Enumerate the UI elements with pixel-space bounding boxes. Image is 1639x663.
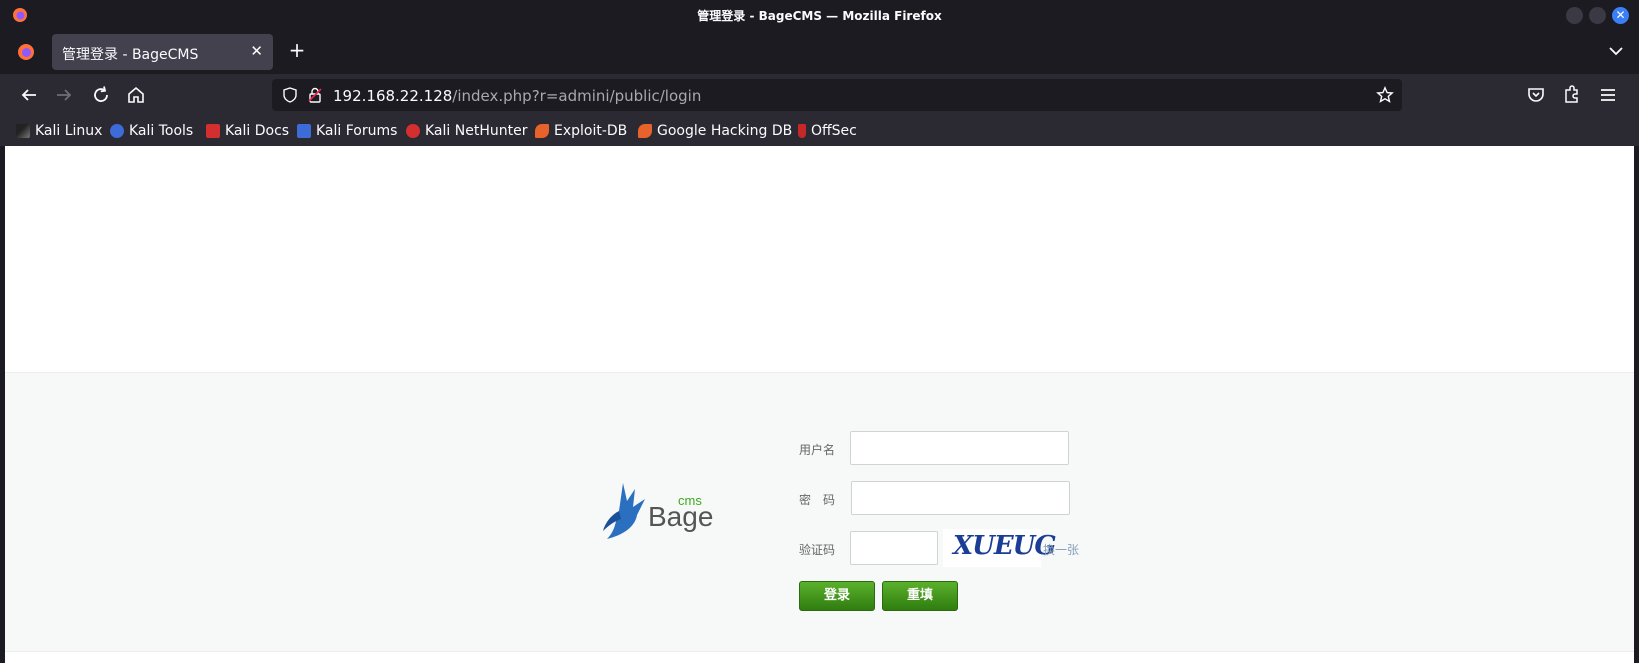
username-input[interactable] xyxy=(850,431,1069,465)
extensions-icon[interactable] xyxy=(1560,84,1582,106)
bird-logo-icon xyxy=(603,483,645,539)
close-window-button[interactable]: ✕ xyxy=(1612,7,1629,24)
captcha-row: 验证码 XUEUG 换一张 xyxy=(799,529,1099,567)
bookmark-label: Kali Forums xyxy=(316,123,398,139)
menu-icon[interactable] xyxy=(1597,84,1619,106)
password-input[interactable] xyxy=(851,481,1070,515)
forward-icon[interactable] xyxy=(53,84,75,106)
window-title: 管理登录 - BageCMS — Mozilla Firefox xyxy=(697,9,942,23)
bookmark-kali-nethunter[interactable]: Kali NetHunter xyxy=(406,122,527,140)
bookmark-label: OffSec xyxy=(811,123,857,139)
reset-button[interactable]: 重填 xyxy=(882,581,958,611)
kali-tools-icon xyxy=(110,124,124,138)
back-icon[interactable] xyxy=(18,84,40,106)
maximize-button[interactable] xyxy=(1589,7,1606,24)
bookmark-label: Google Hacking DB xyxy=(657,123,793,139)
new-tab-button[interactable]: + xyxy=(285,38,309,62)
refresh-captcha-link[interactable]: 换一张 xyxy=(1043,541,1079,558)
captcha-input[interactable] xyxy=(850,531,938,565)
username-label: 用户名 xyxy=(799,443,836,457)
url-host: 192.168.22.128 xyxy=(333,87,453,105)
bookmark-label: Kali Linux xyxy=(35,123,103,139)
url-text[interactable]: 192.168.22.128/index.php?r=admini/public… xyxy=(333,87,701,105)
kali-dragon-icon xyxy=(16,124,30,138)
login-panel: cms Bage 用户名 密 码 验证码 XUEUG 换一张 登录 重填 xyxy=(5,372,1634,652)
button-row: 登录 重填 xyxy=(799,581,1099,615)
exploit-db-icon xyxy=(535,124,549,138)
navigation-toolbar: 192.168.22.128/index.php?r=admini/public… xyxy=(0,74,1639,116)
offsec-icon xyxy=(798,124,806,138)
minimize-button[interactable] xyxy=(1566,7,1583,24)
logo-bage-text: Bage xyxy=(648,501,714,532)
bookmark-label: Kali Docs xyxy=(225,123,290,139)
pocket-icon[interactable] xyxy=(1525,84,1547,106)
bookmark-offsec[interactable]: OffSec xyxy=(798,122,857,140)
page-content: cms Bage 用户名 密 码 验证码 XUEUG 换一张 登录 重填 xyxy=(5,146,1634,663)
bookmark-label: Exploit-DB xyxy=(554,123,628,139)
password-row: 密 码 xyxy=(799,481,1099,515)
bookmark-kali-docs[interactable]: Kali Docs xyxy=(206,122,289,140)
tab-strip: 管理登录 - BageCMS ✕ + xyxy=(0,30,1639,74)
captcha-label: 验证码 xyxy=(799,543,836,557)
url-path: /index.php?r=admini/public/login xyxy=(452,87,702,105)
bookmark-star-icon[interactable] xyxy=(1376,86,1394,104)
firefox-view-icon[interactable] xyxy=(17,43,35,61)
url-bar[interactable]: 192.168.22.128/index.php?r=admini/public… xyxy=(272,79,1402,111)
tracking-protection-icon[interactable] xyxy=(282,87,298,103)
password-label: 密 码 xyxy=(799,493,836,507)
close-tab-icon[interactable]: ✕ xyxy=(250,42,263,60)
reload-icon[interactable] xyxy=(90,84,112,106)
bookmark-kali-tools[interactable]: Kali Tools xyxy=(110,122,193,140)
bookmark-google-hacking-db[interactable]: Google Hacking DB xyxy=(638,122,792,140)
bookmark-label: Kali NetHunter xyxy=(425,123,528,139)
window-titlebar: 管理登录 - BageCMS — Mozilla Firefox ✕ xyxy=(0,0,1639,30)
home-icon[interactable] xyxy=(125,84,147,106)
login-button[interactable]: 登录 xyxy=(799,581,875,611)
kali-nethunter-icon xyxy=(406,124,420,138)
bookmark-kali-linux[interactable]: Kali Linux xyxy=(16,122,102,140)
insecure-lock-icon[interactable] xyxy=(307,87,323,103)
kali-docs-icon xyxy=(206,124,220,138)
bagecms-logo: cms Bage xyxy=(601,481,721,541)
kali-forums-icon xyxy=(297,124,311,138)
bookmarks-toolbar: Kali Linux Kali Tools Kali Docs Kali For… xyxy=(0,116,1639,146)
tab-active[interactable]: 管理登录 - BageCMS ✕ xyxy=(52,34,273,70)
tab-label: 管理登录 - BageCMS xyxy=(62,47,199,63)
bookmark-label: Kali Tools xyxy=(129,123,194,139)
bookmark-kali-forums[interactable]: Kali Forums xyxy=(297,122,397,140)
ghdb-icon xyxy=(638,124,652,138)
captcha-text: XUEUG xyxy=(953,531,1057,561)
list-all-tabs-icon[interactable] xyxy=(1607,42,1625,60)
bookmark-exploit-db[interactable]: Exploit-DB xyxy=(535,122,627,140)
captcha-image[interactable]: XUEUG xyxy=(943,529,1057,567)
username-row: 用户名 xyxy=(799,431,1099,465)
